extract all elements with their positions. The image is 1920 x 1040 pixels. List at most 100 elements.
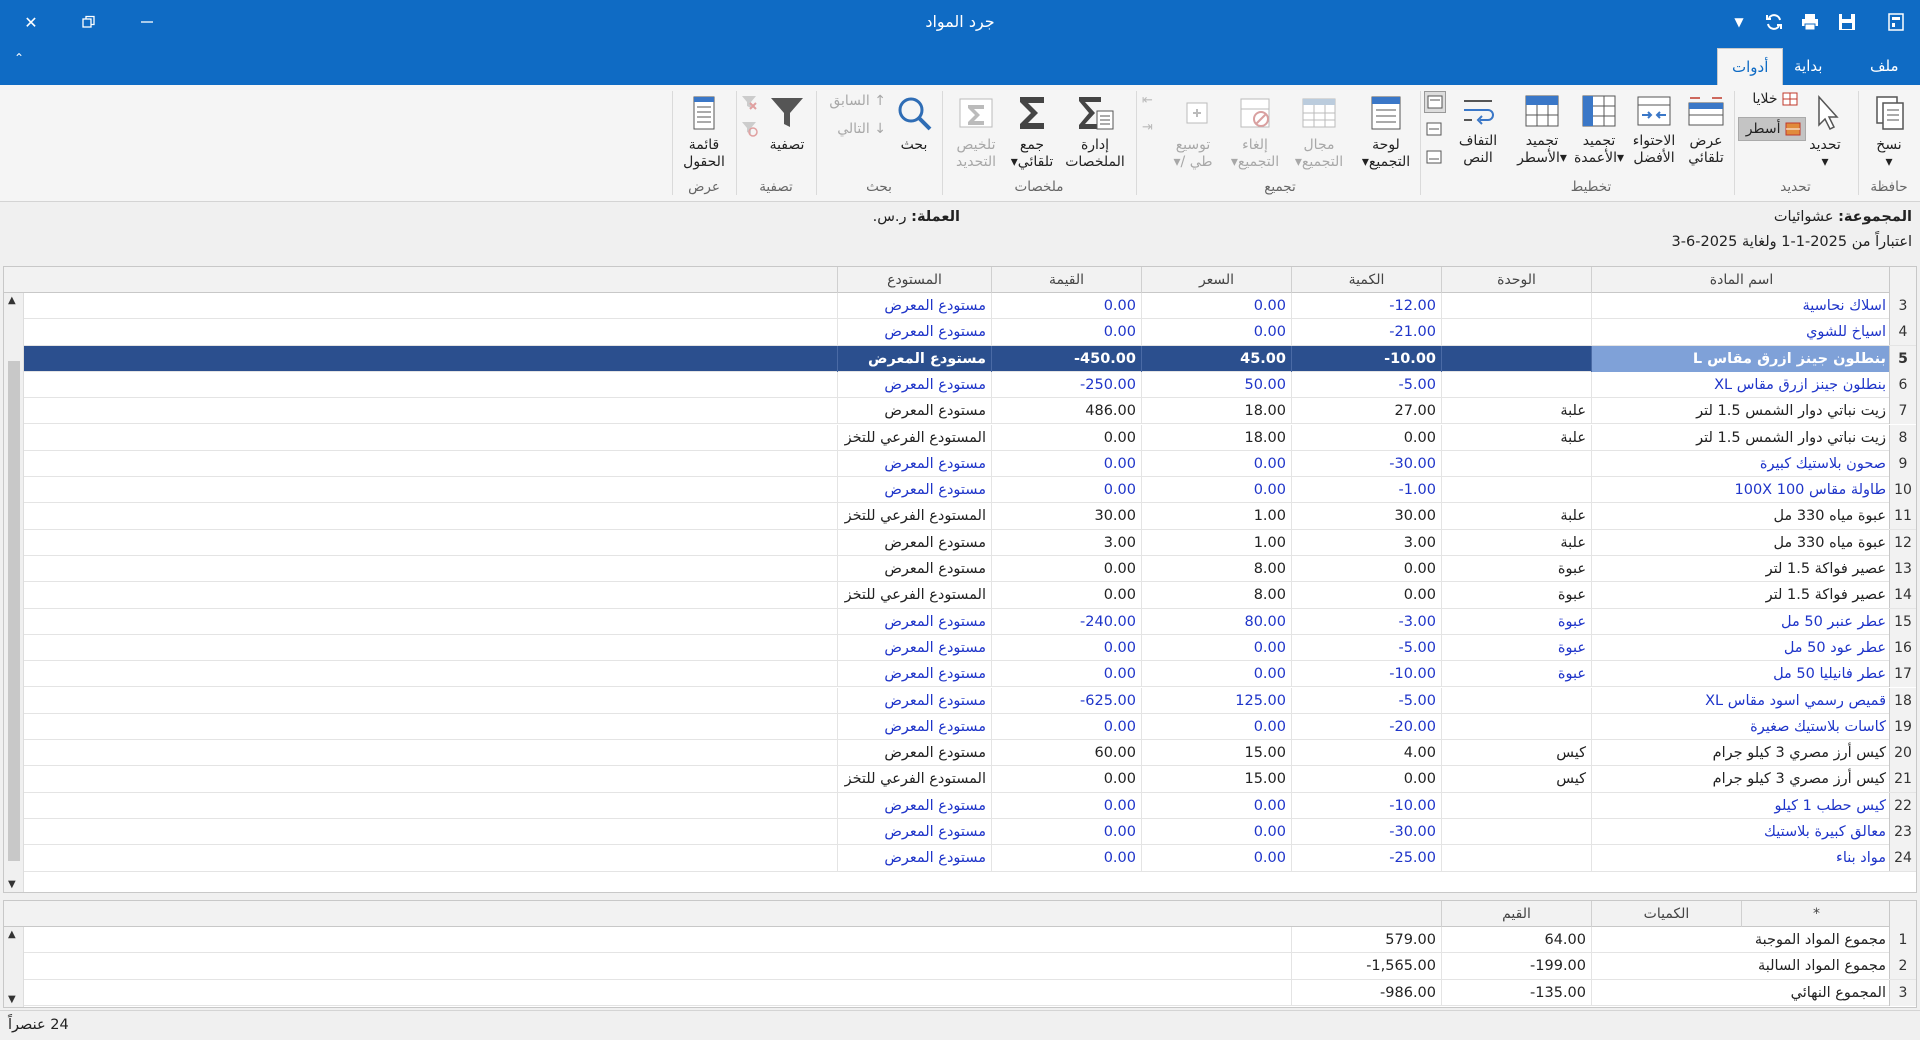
cell-unit[interactable] — [1441, 845, 1591, 872]
cell-quantity[interactable]: -10.00 — [1291, 792, 1441, 819]
scroll-up-icon[interactable]: ▲ — [8, 295, 16, 306]
cell-unit[interactable] — [1441, 819, 1591, 845]
table-row[interactable]: بنطلون جينز ازرق مقاس L -10.00 45.00 -450.0… — [4, 345, 1916, 372]
row-number[interactable]: 14 — [1889, 582, 1916, 609]
cell-quantity[interactable]: -5.00 — [1291, 634, 1441, 661]
cell-warehouse[interactable]: مستودع المعرض — [837, 319, 991, 346]
cell-quantity[interactable]: 30.00 — [1291, 503, 1441, 530]
cell-warehouse[interactable]: مستودع المعرض — [837, 529, 991, 556]
cell-warehouse[interactable]: مستودع المعرض — [837, 740, 991, 767]
summary-cell-value[interactable]: 579.00 — [1291, 927, 1441, 953]
cell-name[interactable]: عطر عود 50 مل — [1591, 634, 1891, 661]
cell-value[interactable]: 0.00 — [991, 819, 1141, 845]
previous-button[interactable]: السابق ↑ — [820, 93, 886, 109]
summary-row[interactable]: مجموع المواد الموجبة 64.00 579.00 1 — [4, 927, 1916, 954]
cell-name[interactable]: مواد بناء — [1591, 845, 1891, 872]
cell-price[interactable]: 125.00 — [1141, 687, 1291, 714]
cell-value[interactable]: 3.00 — [991, 529, 1141, 556]
summary-column-label[interactable]: * — [1741, 901, 1891, 927]
cell-name[interactable]: زيت نباتي دوار الشمس 1.5 لتر — [1591, 424, 1891, 451]
cell-value[interactable]: 0.00 — [991, 634, 1141, 661]
print-icon[interactable] — [1799, 11, 1821, 33]
cell-value[interactable]: 0.00 — [991, 424, 1141, 451]
scroll-down-icon[interactable]: ▼ — [8, 879, 16, 890]
table-row[interactable]: زيت نباتي دوار الشمس 1.5 لتر علبة 0.00 18.0… — [4, 424, 1916, 451]
summary-scrollbar[interactable]: ▲ ▼ — [4, 927, 24, 1007]
cell-quantity[interactable]: 0.00 — [1291, 766, 1441, 793]
cell-value[interactable]: 0.00 — [991, 845, 1141, 872]
summary-column-values[interactable]: القيم — [1441, 901, 1591, 927]
cell-unit[interactable] — [1441, 687, 1591, 714]
cell-name[interactable]: عصير فواكة 1.5 لتر — [1591, 582, 1891, 609]
cell-name[interactable]: طاولة مقاس 100X 100 — [1591, 477, 1891, 504]
table-row[interactable]: عصير فواكة 1.5 لتر عبوة 0.00 8.00 0.00 مستودع… — [4, 556, 1916, 583]
table-row[interactable]: زيت نباتي دوار الشمس 1.5 لتر علبة 27.00 18.… — [4, 398, 1916, 425]
row-number[interactable]: 24 — [1889, 845, 1916, 872]
inventory-grid[interactable]: اسم المادة الوحدة الكمية السعر القيمة ال… — [3, 266, 1917, 893]
cell-name[interactable]: اسلاك نحاسية — [1591, 293, 1891, 319]
table-row[interactable]: طاولة مقاس 100X 100 -1.00 0.00 0.00 مستودع ا… — [4, 477, 1916, 504]
cell-value[interactable]: 0.00 — [991, 661, 1141, 688]
table-row[interactable]: عبوة مياه 330 مل علبة 3.00 1.00 3.00 مستودع ا… — [4, 529, 1916, 556]
close-icon[interactable]: ✕ — [20, 11, 42, 33]
cell-price[interactable]: 18.00 — [1141, 398, 1291, 425]
cell-unit[interactable]: علبة — [1441, 424, 1591, 451]
column-header-price[interactable]: السعر — [1141, 267, 1291, 293]
cell-unit[interactable] — [1441, 713, 1591, 740]
table-row[interactable]: قميص رسمي اسود مقاس XL -5.00 125.00 -625.00… — [4, 687, 1916, 714]
cell-unit[interactable] — [1441, 477, 1591, 504]
table-row[interactable]: عصير فواكة 1.5 لتر عبوة 0.00 8.00 0.00 المستو… — [4, 582, 1916, 609]
summary-cell-label[interactable]: مجموع المواد الموجبة — [1591, 927, 1891, 953]
summary-row[interactable]: مجموع المواد السالبة -199.00 -1,565.00 2 — [4, 953, 1916, 980]
cell-name[interactable]: قميص رسمي اسود مقاس XL — [1591, 687, 1891, 714]
minimize-icon[interactable] — [136, 11, 158, 33]
scroll-up-icon[interactable]: ▲ — [8, 929, 16, 940]
group-panel-button[interactable]: لوحة ▾التجميع — [1354, 93, 1418, 171]
row-number[interactable]: 8 — [1889, 424, 1916, 451]
cell-name[interactable]: بنطلون جينز ازرق مقاس XL — [1591, 371, 1891, 398]
table-row[interactable]: بنطلون جينز ازرق مقاس XL -5.00 50.00 -250.0… — [4, 371, 1916, 399]
select-button[interactable]: تحديد ▾ — [1800, 93, 1850, 171]
expand-collapse-button[interactable]: توسيع ▾/ طي — [1164, 93, 1222, 171]
table-row[interactable]: اسياخ للشوي -21.00 0.00 0.00 مستودع المعرض 4 — [4, 319, 1916, 346]
cell-name[interactable]: بنطلون جينز ازرق مقاس L — [1591, 345, 1891, 372]
row-number[interactable]: 3 — [1889, 979, 1916, 1006]
cell-price[interactable]: 0.00 — [1141, 293, 1291, 319]
cell-unit[interactable]: كيس — [1441, 740, 1591, 767]
cell-warehouse[interactable]: مستودع المعرض — [837, 371, 991, 398]
cell-quantity[interactable]: 4.00 — [1291, 740, 1441, 767]
cell-price[interactable]: 0.00 — [1141, 634, 1291, 661]
cell-unit[interactable]: عبوة — [1441, 634, 1591, 661]
dropdown-icon[interactable]: ▼ — [1728, 11, 1750, 33]
table-row[interactable]: عطر عنبر 50 مل عبوة -3.00 80.00 -240.00 مستود… — [4, 608, 1916, 635]
cell-price[interactable]: 0.00 — [1141, 845, 1291, 872]
cell-warehouse[interactable]: مستودع المعرض — [837, 634, 991, 661]
cell-warehouse[interactable]: مستودع المعرض — [837, 345, 991, 372]
cell-name[interactable]: كيس أرز مصري 3 كيلو جرام — [1591, 766, 1891, 793]
cell-price[interactable]: 0.00 — [1141, 661, 1291, 688]
table-row[interactable]: معالق كبيرة بلاستيك -30.00 0.00 0.00 مستودع … — [4, 819, 1916, 846]
row-number[interactable]: 4 — [1889, 319, 1916, 346]
summary-column-quantities[interactable]: الكميات — [1591, 901, 1741, 927]
cell-price[interactable]: 0.00 — [1141, 477, 1291, 504]
cell-warehouse[interactable]: المستودع الفرعي للتخز — [837, 424, 991, 451]
cell-warehouse[interactable]: مستودع المعرض — [837, 713, 991, 740]
cell-quantity[interactable]: 0.00 — [1291, 556, 1441, 582]
cell-quantity[interactable]: -5.00 — [1291, 371, 1441, 398]
table-row[interactable]: عبوة مياه 330 مل علبة 30.00 1.00 30.00 المستو… — [4, 503, 1916, 530]
cell-name[interactable]: اسياخ للشوي — [1591, 319, 1891, 346]
cell-quantity[interactable]: -20.00 — [1291, 713, 1441, 740]
row-number[interactable]: 2 — [1889, 953, 1916, 980]
cell-quantity[interactable]: -12.00 — [1291, 293, 1441, 319]
row-number[interactable]: 6 — [1889, 371, 1916, 398]
cell-name[interactable]: معالق كبيرة بلاستيك — [1591, 819, 1891, 845]
cell-value[interactable]: 30.00 — [991, 503, 1141, 530]
summarize-selection-button[interactable]: تلخيص التحديد — [948, 93, 1004, 171]
cell-warehouse[interactable]: مستودع المعرض — [837, 819, 991, 845]
cell-name[interactable]: زيت نباتي دوار الشمس 1.5 لتر — [1591, 398, 1891, 425]
summary-grid[interactable]: * الكميات القيم مجموع المواد الموجبة 64.0… — [3, 900, 1917, 1008]
row-number[interactable]: 16 — [1889, 634, 1916, 661]
view-toggle-3-icon[interactable] — [1424, 147, 1446, 169]
cell-quantity[interactable]: 27.00 — [1291, 398, 1441, 425]
cell-value[interactable]: 0.00 — [991, 319, 1141, 346]
